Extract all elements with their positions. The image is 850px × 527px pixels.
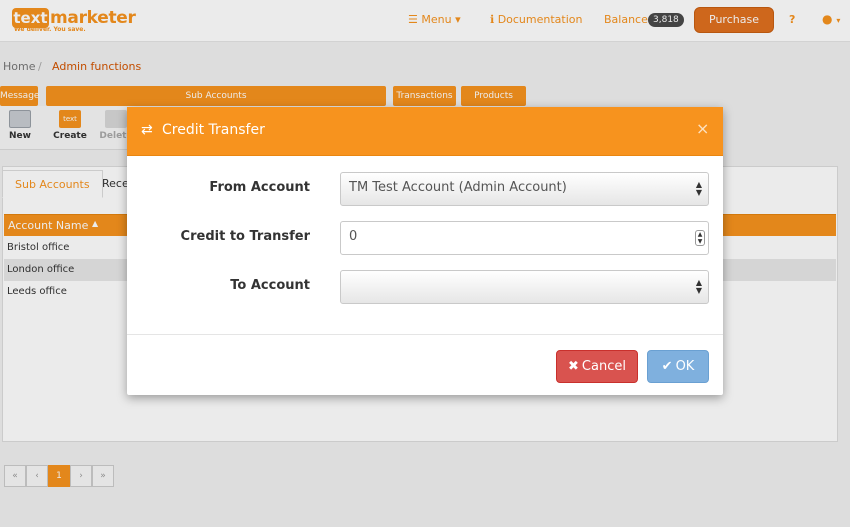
from-account-value: TM Test Account (Admin Account) — [349, 180, 567, 195]
from-account-select[interactable]: TM Test Account (Admin Account) ▲ ▼ — [340, 172, 709, 206]
to-account-select[interactable]: ▲ ▼ — [340, 270, 709, 304]
select-arrows-icon: ▲ ▼ — [695, 278, 702, 295]
credit-to-transfer-input[interactable]: 0 ▲ ▼ — [340, 221, 709, 255]
cancel-button[interactable]: ✖ Cancel — [556, 350, 638, 383]
number-spinner-icon[interactable]: ▲ ▼ — [695, 230, 705, 246]
credit-transfer-dialog: ⇄ Credit Transfer × From Account TM Test… — [127, 107, 723, 395]
times-icon: ✖ — [568, 359, 579, 374]
check-icon: ✔ — [661, 359, 673, 374]
cancel-label: Cancel — [581, 359, 626, 374]
to-account-label: To Account — [230, 278, 310, 293]
credit-value: 0 — [349, 229, 358, 244]
credit-to-transfer-label: Credit to Transfer — [180, 229, 310, 244]
dialog-title: Credit Transfer — [162, 122, 265, 138]
ok-label: OK — [675, 359, 695, 374]
transfer-icon: ⇄ — [141, 122, 153, 138]
dialog-header: ⇄ Credit Transfer × — [127, 107, 723, 156]
dialog-footer-divider — [127, 334, 723, 335]
from-account-label: From Account — [209, 180, 310, 195]
ok-button[interactable]: ✔ OK — [647, 350, 709, 383]
select-arrows-icon: ▲ ▼ — [695, 180, 702, 197]
close-icon[interactable]: × — [696, 120, 709, 138]
